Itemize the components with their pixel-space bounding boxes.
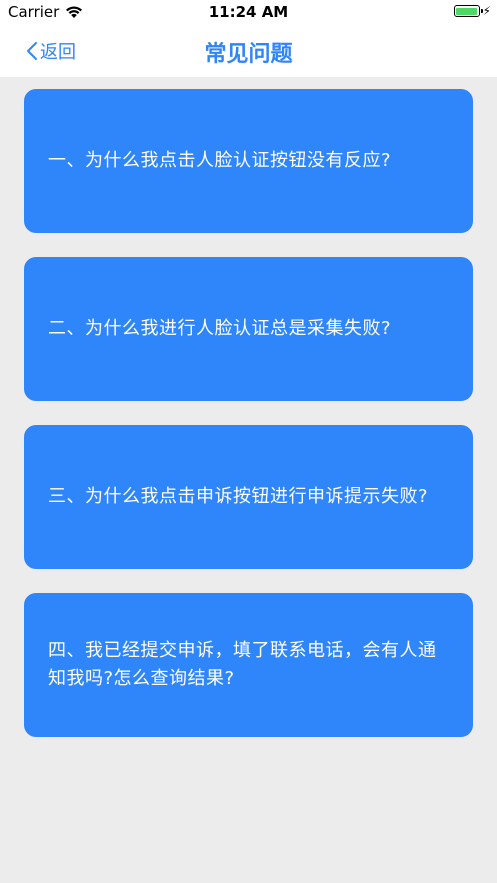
- charging-bolt-icon: ⚡: [482, 4, 491, 18]
- faq-question: 一、为什么我点击人脸认证按钮没有反应?: [48, 150, 392, 171]
- battery-fill: [456, 7, 478, 15]
- faq-item-4[interactable]: 四、我已经提交申诉，填了联系电话，会有人通知我吗?怎么查询结果?: [24, 593, 473, 737]
- faq-item-2[interactable]: 二、为什么我进行人脸认证总是采集失败?: [24, 257, 473, 401]
- page-title: 常见问题: [204, 42, 293, 67]
- battery-indicator: ⚡: [453, 4, 491, 18]
- faq-question: 二、为什么我进行人脸认证总是采集失败?: [48, 318, 392, 339]
- status-time: 11:24 AM: [208, 3, 289, 21]
- battery-icon: [453, 5, 483, 17]
- navigation-bar: 返回 常见问题: [0, 26, 497, 77]
- faq-item-3[interactable]: 三、为什么我点击申诉按钮进行申诉提示失败?: [24, 425, 473, 569]
- faq-item-1[interactable]: 一、为什么我点击人脸认证按钮没有反应?: [24, 89, 473, 233]
- faq-question: 三、为什么我点击申诉按钮进行申诉提示失败?: [48, 486, 429, 507]
- faq-question: 四、我已经提交申诉，填了联系电话，会有人通知我吗?怎么查询结果?: [48, 640, 437, 689]
- status-bar: Carrier 11:24 AM ⚡: [0, 0, 497, 26]
